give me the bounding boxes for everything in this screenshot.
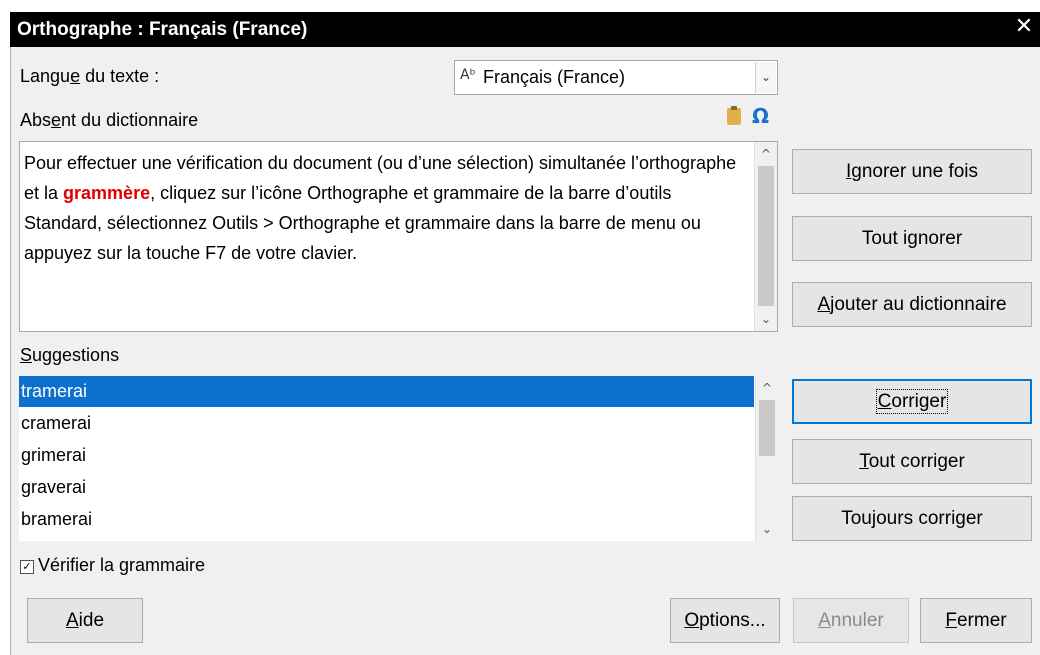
help-button[interactable]: Aide	[27, 598, 143, 643]
error-word: grammère	[63, 183, 151, 203]
chevron-down-icon[interactable]: ⌄	[755, 62, 776, 93]
cancel-button[interactable]: Annuler	[793, 598, 909, 643]
scroll-thumb[interactable]	[759, 400, 775, 456]
language-select[interactable]: A͏ᵇ Français (France) ⌄	[454, 60, 778, 95]
list-item[interactable]: bramerai	[19, 504, 754, 535]
sentence-scrollbar[interactable]: ^ ⌄	[754, 142, 777, 331]
add-to-dictionary-button[interactable]: Ajouter au dictionnaire	[792, 282, 1032, 327]
not-in-dictionary-label: Absent du dictionnaire	[20, 110, 199, 130]
check-grammar-checkbox[interactable]: ✓ Vérifier la grammaire	[20, 555, 205, 576]
language-value: Français (France)	[483, 67, 626, 87]
suggestions-label: Suggestions	[20, 345, 120, 365]
sentence-text[interactable]: Pour effectuer une vérification du docum…	[24, 148, 749, 268]
scroll-down-icon[interactable]: ⌄	[756, 519, 778, 539]
omega-icon[interactable]: Ω	[752, 104, 769, 128]
spellcheck-icon: A͏ᵇ	[460, 67, 476, 83]
suggestions-list[interactable]: tramerai cramerai grimerai graverai bram…	[19, 376, 778, 541]
list-item[interactable]: grimerai	[19, 440, 754, 471]
title-bar: Orthographe : Français (France) ✕	[10, 12, 1040, 47]
language-label: Langue du texte :	[20, 66, 160, 86]
scroll-up-icon[interactable]: ^	[755, 144, 777, 164]
sentence-textbox[interactable]: Pour effectuer une vérification du docum…	[19, 141, 778, 332]
list-item[interactable]: tramerai	[19, 376, 754, 407]
always-correct-button[interactable]: Toujours corriger	[792, 496, 1032, 541]
list-item[interactable]: graverai	[19, 472, 754, 503]
clipboard-icon[interactable]	[727, 106, 741, 125]
options-button[interactable]: Options...	[670, 598, 780, 643]
close-icon[interactable]: ✕	[1012, 16, 1036, 40]
scroll-thumb[interactable]	[758, 166, 774, 306]
checkbox-icon[interactable]: ✓	[20, 560, 34, 574]
correct-all-button[interactable]: Tout corriger	[792, 439, 1032, 484]
scroll-up-icon[interactable]: ^	[756, 378, 778, 398]
ignore-once-button[interactable]: Ignorer une fois	[792, 149, 1032, 194]
close-button[interactable]: Fermer	[920, 598, 1032, 643]
ignore-all-button[interactable]: Tout ignorer	[792, 216, 1032, 261]
suggestions-scrollbar[interactable]: ^ ⌄	[755, 376, 778, 541]
scroll-down-icon[interactable]: ⌄	[755, 309, 777, 329]
list-item[interactable]: cramerai	[19, 408, 754, 439]
correct-button[interactable]: Corriger	[792, 379, 1032, 424]
window-title: Orthographe : Français (France)	[17, 19, 308, 40]
